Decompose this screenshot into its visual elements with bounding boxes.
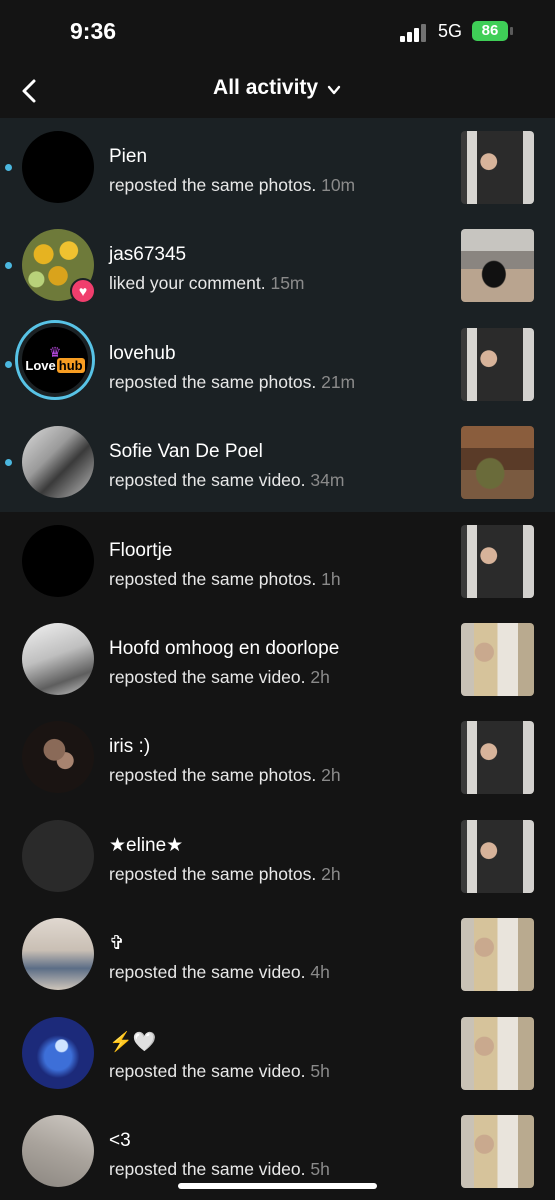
avatar[interactable] — [22, 426, 94, 499]
status-bar: 9:36 5G 86 — [0, 0, 555, 66]
logo-word: hub — [56, 358, 85, 374]
avatar[interactable] — [22, 622, 94, 695]
unread-dot — [5, 262, 12, 270]
activity-item[interactable]: ★eline★ reposted the same photos. 2h — [0, 807, 555, 905]
avatar[interactable] — [22, 819, 94, 892]
activity-time: 5h — [310, 1060, 330, 1081]
activity-text: reposted the same video. — [109, 1060, 306, 1081]
activity-item[interactable]: ✞ reposted the same video. 4h — [0, 905, 555, 1003]
user-name[interactable]: ⚡🤍 — [109, 1031, 425, 1055]
activity-time: 34m — [310, 470, 345, 491]
activity-text: reposted the same photos. — [109, 765, 317, 786]
activity-time: 2h — [310, 666, 330, 687]
post-thumbnail[interactable] — [461, 426, 534, 500]
activity-time: 10m — [321, 175, 356, 195]
unread-dot — [5, 164, 12, 171]
activity-text: reposted the same photos. — [109, 371, 317, 392]
user-name[interactable]: jas67345 — [109, 243, 425, 267]
user-name[interactable]: ✞ — [109, 932, 425, 956]
activity-time: 5h — [310, 1158, 330, 1179]
chevron-down-icon — [326, 80, 342, 96]
avatar[interactable] — [22, 721, 94, 794]
user-name[interactable]: ★eline★ — [109, 834, 425, 858]
top-nav: All activity — [0, 66, 555, 116]
post-thumbnail[interactable] — [461, 819, 534, 893]
user-name[interactable]: iris :) — [109, 735, 425, 759]
user-name[interactable]: Floortje — [109, 539, 425, 563]
activity-item[interactable]: Floortje reposted the same photos. 1h — [0, 512, 555, 610]
activity-time: 4h — [310, 962, 330, 983]
signal-icon — [400, 24, 428, 42]
user-name[interactable]: Pien — [109, 145, 425, 169]
crown-icon: ♛ — [48, 344, 62, 361]
logo-word: Love — [25, 358, 56, 374]
unread-dot — [5, 459, 12, 467]
activity-text: reposted the same video. — [109, 1158, 306, 1179]
activity-item[interactable]: ♛ Love hub lovehub reposted the same phot… — [0, 314, 555, 414]
user-name[interactable]: lovehub — [109, 342, 425, 366]
post-thumbnail[interactable] — [461, 327, 534, 401]
activity-item[interactable]: Pien reposted the same photos. 10m — [0, 118, 555, 217]
post-thumbnail[interactable] — [461, 1114, 534, 1188]
activity-time: 2h — [321, 765, 341, 786]
battery-level: 86 — [481, 22, 499, 39]
home-indicator[interactable] — [178, 1183, 377, 1189]
activity-text: reposted the same video. — [109, 666, 306, 687]
post-thumbnail[interactable] — [461, 721, 534, 795]
activity-time: 2h — [321, 863, 341, 884]
activity-text: reposted the same video. — [109, 962, 306, 983]
activity-item[interactable]: ⚡🤍 reposted the same video. 5h — [0, 1004, 555, 1102]
activity-item[interactable]: iris :) reposted the same photos. 2h — [0, 708, 555, 806]
activity-filter-dropdown[interactable]: All activity — [0, 76, 555, 100]
avatar[interactable] — [22, 131, 94, 203]
lovehub-logo: ♛ Love hub — [22, 326, 88, 393]
activity-text: reposted the same photos. — [109, 175, 317, 195]
post-thumbnail[interactable] — [461, 1016, 534, 1090]
avatar[interactable] — [22, 524, 94, 597]
post-thumbnail[interactable] — [461, 131, 534, 204]
activity-text: liked your comment. — [109, 273, 266, 294]
post-thumbnail[interactable] — [461, 622, 534, 696]
battery-cap — [510, 27, 513, 35]
post-thumbnail[interactable] — [461, 918, 534, 992]
user-name[interactable]: Sofie Van De Poel — [109, 440, 425, 464]
activity-item[interactable]: ♥ jas67345 liked your comment. 15m — [0, 216, 555, 315]
activity-time: 15m — [270, 273, 305, 294]
activity-item[interactable]: Sofie Van De Poel reposted the same vide… — [0, 413, 555, 512]
status-time: 9:36 — [70, 18, 117, 44]
user-name[interactable]: Hoofd omhoog en doorlope — [109, 637, 425, 661]
avatar[interactable] — [22, 918, 94, 991]
post-thumbnail[interactable] — [461, 229, 534, 303]
avatar-story-ring[interactable]: ♛ Love hub — [15, 319, 95, 400]
activity-list: Pien reposted the same photos. 10m ♥ jas… — [0, 118, 555, 1200]
post-thumbnail[interactable] — [461, 524, 534, 598]
activity-item[interactable]: Hoofd omhoog en doorlope reposted the sa… — [0, 610, 555, 708]
activity-text: reposted the same photos. — [109, 863, 317, 884]
heart-icon: ♥ — [70, 278, 96, 305]
activity-text: reposted the same photos. — [109, 568, 317, 589]
activity-text: reposted the same video. — [109, 470, 306, 491]
activity-time: 21m — [321, 371, 356, 392]
avatar[interactable] — [22, 1114, 94, 1187]
user-name[interactable]: <3 — [109, 1129, 425, 1153]
battery-icon: 86 — [472, 21, 508, 41]
avatar[interactable] — [22, 1016, 94, 1089]
activity-time: 1h — [321, 568, 341, 589]
network-type: 5G — [438, 21, 463, 41]
unread-dot — [5, 360, 12, 368]
page-title: All activity — [213, 76, 319, 99]
